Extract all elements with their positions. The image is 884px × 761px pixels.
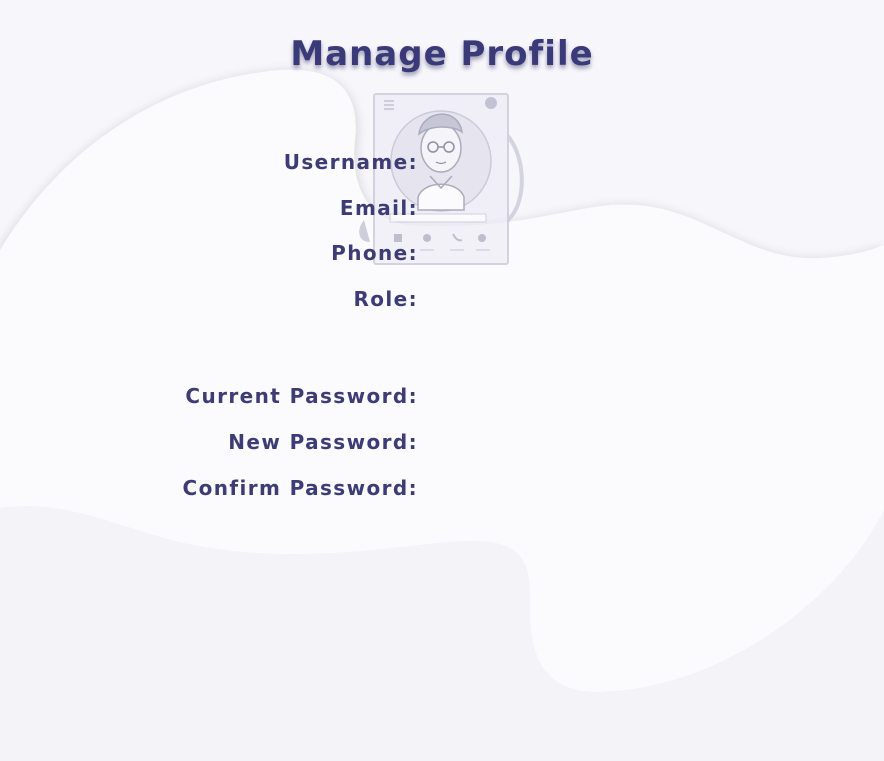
phone-label: Phone:	[331, 241, 418, 265]
current-password-input[interactable]	[430, 383, 690, 411]
email-label: Email:	[339, 196, 418, 220]
confirm-password-input[interactable]	[430, 475, 690, 503]
username-label: Username:	[283, 150, 418, 174]
current-password-label: Current Password:	[185, 384, 418, 408]
new-password-label: New Password:	[228, 430, 418, 454]
role-label: Role:	[353, 287, 418, 311]
page-title: Manage Profile	[290, 34, 594, 74]
confirm-password-label: Confirm Password:	[182, 476, 418, 500]
new-password-input[interactable]	[430, 429, 690, 457]
